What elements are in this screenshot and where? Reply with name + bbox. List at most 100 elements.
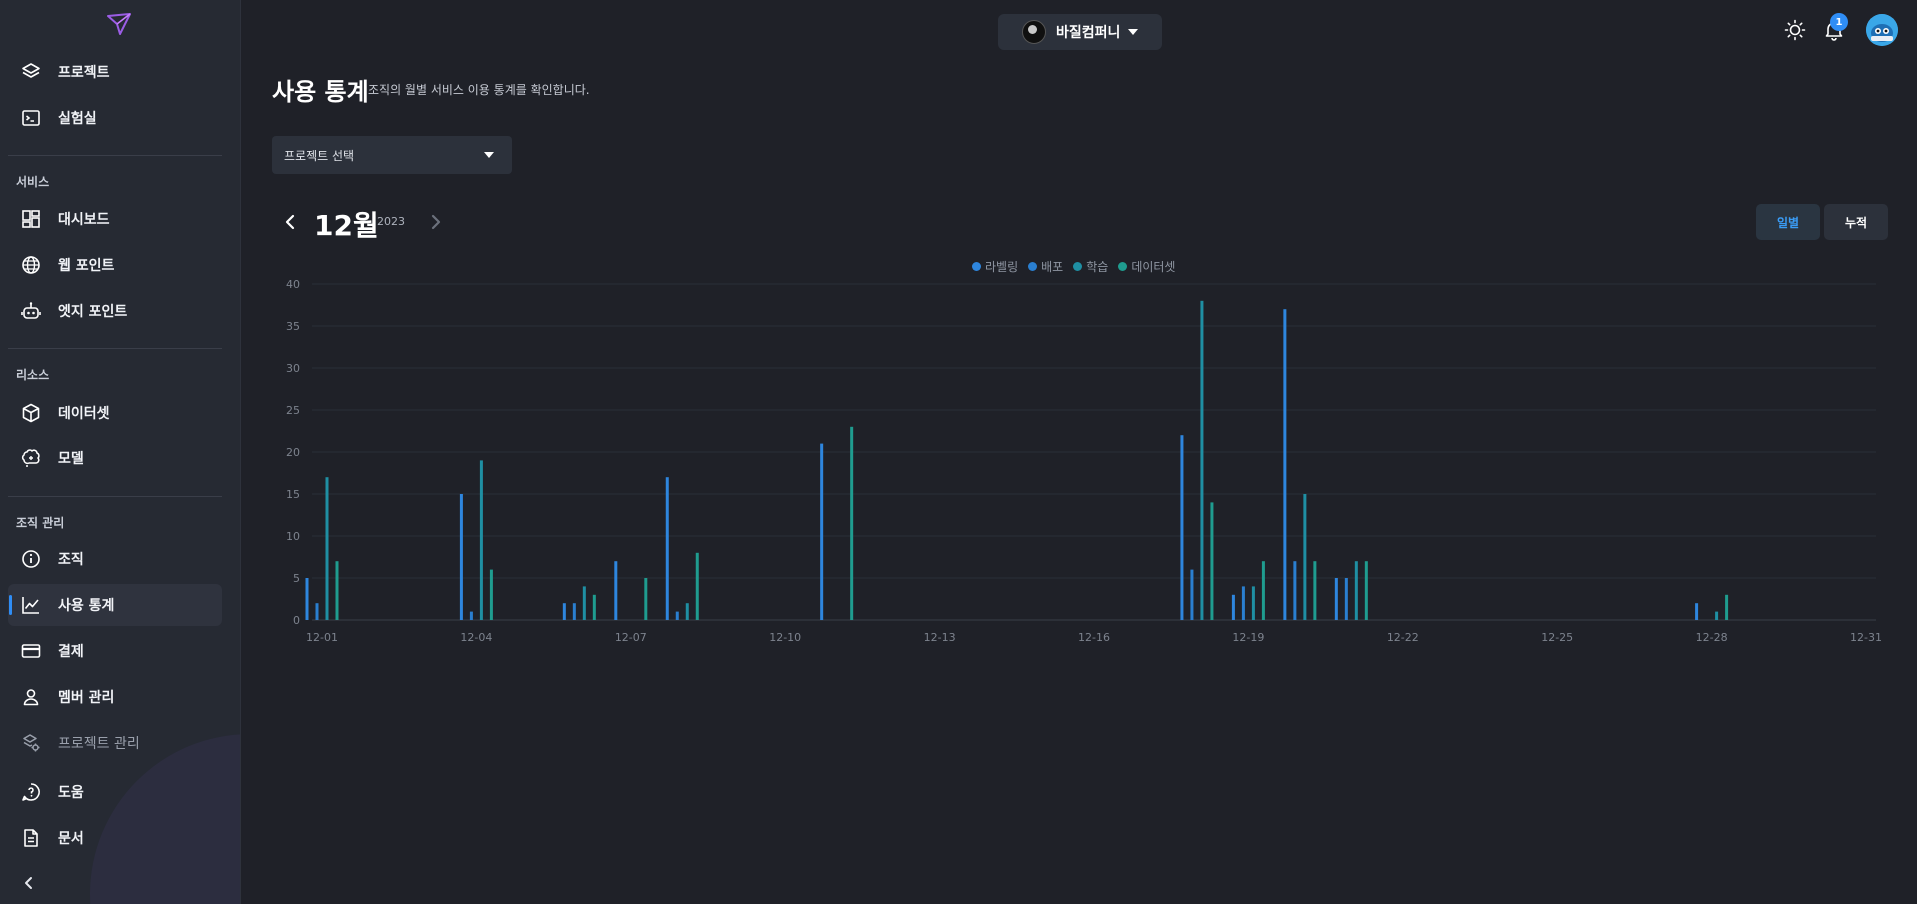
sidebar-item-chart-line[interactable]: 사용 통계 bbox=[8, 584, 222, 626]
bar-데이터셋-12-07 bbox=[644, 578, 648, 620]
x-tick-label: 12-19 bbox=[1232, 631, 1264, 644]
project-select[interactable]: 프로젝트 선택 bbox=[272, 136, 512, 174]
chart-line-icon bbox=[20, 594, 42, 616]
bar-학습-12-20 bbox=[1303, 494, 1307, 620]
bar-학습-12-04 bbox=[479, 460, 483, 620]
sidebar-section-title: 서비스 bbox=[16, 175, 50, 189]
sidebar-item-cube[interactable]: 데이터셋 bbox=[8, 392, 222, 434]
y-tick-label: 10 bbox=[286, 530, 300, 543]
organization-selector[interactable]: 바질컴퍼니 bbox=[998, 14, 1162, 50]
collapse-sidebar-icon[interactable] bbox=[20, 874, 38, 892]
sidebar-item-help-chat[interactable]: 도움 bbox=[8, 771, 222, 813]
y-tick-label: 25 bbox=[286, 404, 300, 417]
bar-데이터셋-12-11 bbox=[850, 426, 854, 620]
sidebar-divider bbox=[8, 496, 222, 497]
layers-icon bbox=[20, 61, 42, 83]
sidebar-item-project-settings[interactable]: 프로젝트 관리 bbox=[8, 722, 222, 764]
bar-라벨링-12-18 bbox=[1180, 435, 1184, 620]
x-tick-label: 12-31 bbox=[1850, 631, 1882, 644]
bar-학습-12-01 bbox=[325, 477, 329, 620]
bar-데이터셋-12-08 bbox=[695, 552, 699, 620]
bar-학습-12-28 bbox=[1715, 611, 1719, 620]
bar-데이터셋-12-21 bbox=[1364, 561, 1368, 620]
bar-라벨링-12-07 bbox=[614, 561, 618, 620]
bar-라벨링-12-06 bbox=[562, 603, 566, 620]
x-tick-label: 12-10 bbox=[769, 631, 801, 644]
usage-bar-chart: 0 5 10 15 20 25 30 35 40 12-01 12-04 12-07 12-10 12-1… bbox=[286, 278, 1882, 644]
sidebar-item-label: 조직 bbox=[58, 552, 84, 568]
bar-데이터셋-12-20 bbox=[1313, 561, 1317, 620]
sidebar-divider bbox=[8, 155, 222, 156]
sidebar-item-document[interactable]: 문서 bbox=[8, 817, 222, 859]
current-year: 2023 bbox=[377, 215, 405, 228]
sidebar-item-label: 웹 포인트 bbox=[58, 258, 115, 274]
organization-avatar bbox=[1022, 20, 1046, 44]
sidebar-item-terminal[interactable]: 실험실 bbox=[8, 97, 222, 139]
bar-라벨링-12-19 bbox=[1231, 594, 1235, 620]
bar-라벨링-12-08 bbox=[665, 477, 669, 620]
bar-데이터셋-12-28 bbox=[1725, 594, 1729, 620]
page-title: 사용 통계 bbox=[272, 78, 369, 106]
y-tick-label: 0 bbox=[293, 614, 300, 627]
bar-배포-12-19 bbox=[1241, 586, 1245, 620]
bar-학습-12-19 bbox=[1251, 586, 1255, 620]
page-description: 조직의 월별 서비스 이용 통계를 확인합니다. bbox=[368, 83, 590, 97]
sidebar-item-robot[interactable]: 엣지 포인트 bbox=[8, 290, 222, 332]
dashboard-icon bbox=[20, 208, 42, 230]
sidebar-item-info[interactable]: 조직 bbox=[8, 538, 222, 580]
cube-icon bbox=[20, 402, 42, 424]
y-tick-label: 5 bbox=[293, 572, 300, 585]
y-tick-label: 20 bbox=[286, 446, 300, 459]
x-tick-label: 12-25 bbox=[1541, 631, 1573, 644]
user-avatar[interactable] bbox=[1866, 14, 1898, 46]
y-tick-label: 30 bbox=[286, 362, 300, 375]
y-tick-label: 35 bbox=[286, 320, 300, 333]
next-month-button[interactable] bbox=[428, 212, 444, 232]
x-tick-label: 12-22 bbox=[1387, 631, 1419, 644]
bar-데이터셋-12-01 bbox=[335, 561, 339, 620]
bar-라벨링-12-20 bbox=[1283, 309, 1287, 620]
sidebar-item-brain[interactable]: 모델 bbox=[8, 437, 222, 479]
project-select-placeholder: 프로젝트 선택 bbox=[284, 148, 355, 163]
bar-라벨링-12-21 bbox=[1334, 578, 1338, 620]
bar-데이터셋-12-19 bbox=[1261, 561, 1265, 620]
bar-배포-12-20 bbox=[1293, 561, 1297, 620]
caret-down-icon bbox=[1128, 29, 1139, 35]
sidebar-section-title: 조직 관리 bbox=[16, 516, 65, 530]
logo-icon[interactable] bbox=[106, 12, 132, 36]
sun-icon[interactable] bbox=[1784, 19, 1806, 41]
project-settings-icon bbox=[20, 732, 42, 754]
bar-라벨링-12-28 bbox=[1695, 603, 1699, 620]
sidebar-item-user[interactable]: 멤버 관리 bbox=[8, 676, 222, 718]
sidebar-item-dashboard[interactable]: 대시보드 bbox=[8, 198, 222, 240]
sidebar-item-credit-card[interactable]: 결제 bbox=[8, 630, 222, 672]
notification-badge: 1 bbox=[1830, 13, 1848, 31]
bar-라벨링-12-04 bbox=[459, 494, 463, 620]
prev-month-button[interactable] bbox=[282, 212, 298, 232]
bar-배포-12-04 bbox=[469, 611, 473, 620]
help-chat-icon bbox=[20, 781, 42, 803]
avatar-character-icon bbox=[1866, 14, 1898, 46]
bar-배포-12-21 bbox=[1344, 578, 1348, 620]
bar-배포-12-01 bbox=[315, 603, 319, 620]
x-tick-label: 12-28 bbox=[1696, 631, 1728, 644]
bar-데이터셋-12-04 bbox=[489, 569, 493, 620]
x-tick-label: 12-04 bbox=[460, 631, 492, 644]
sidebar-item-label: 엣지 포인트 bbox=[58, 304, 128, 320]
sidebar-item-globe[interactable]: 웹 포인트 bbox=[8, 244, 222, 286]
user-icon bbox=[20, 686, 42, 708]
toggle-cumulative-button[interactable]: 누적 bbox=[1824, 204, 1888, 240]
document-icon bbox=[20, 827, 42, 849]
sidebar-divider bbox=[8, 348, 222, 349]
sidebar-item-label: 문서 bbox=[58, 831, 84, 847]
sidebar-item-label: 대시보드 bbox=[58, 212, 110, 228]
sidebar-item-layers[interactable]: 프로젝트 bbox=[8, 51, 222, 93]
current-month: 12월 bbox=[314, 209, 379, 242]
sidebar-item-label: 모델 bbox=[58, 451, 84, 467]
brain-icon bbox=[20, 447, 42, 469]
sidebar-item-label: 멤버 관리 bbox=[58, 690, 115, 706]
bar-학습-12-21 bbox=[1354, 561, 1358, 620]
sidebar-section-title: 리소스 bbox=[16, 368, 50, 382]
bar-라벨링-12-01 bbox=[305, 578, 309, 620]
toggle-daily-button[interactable]: 일별 bbox=[1756, 204, 1820, 240]
